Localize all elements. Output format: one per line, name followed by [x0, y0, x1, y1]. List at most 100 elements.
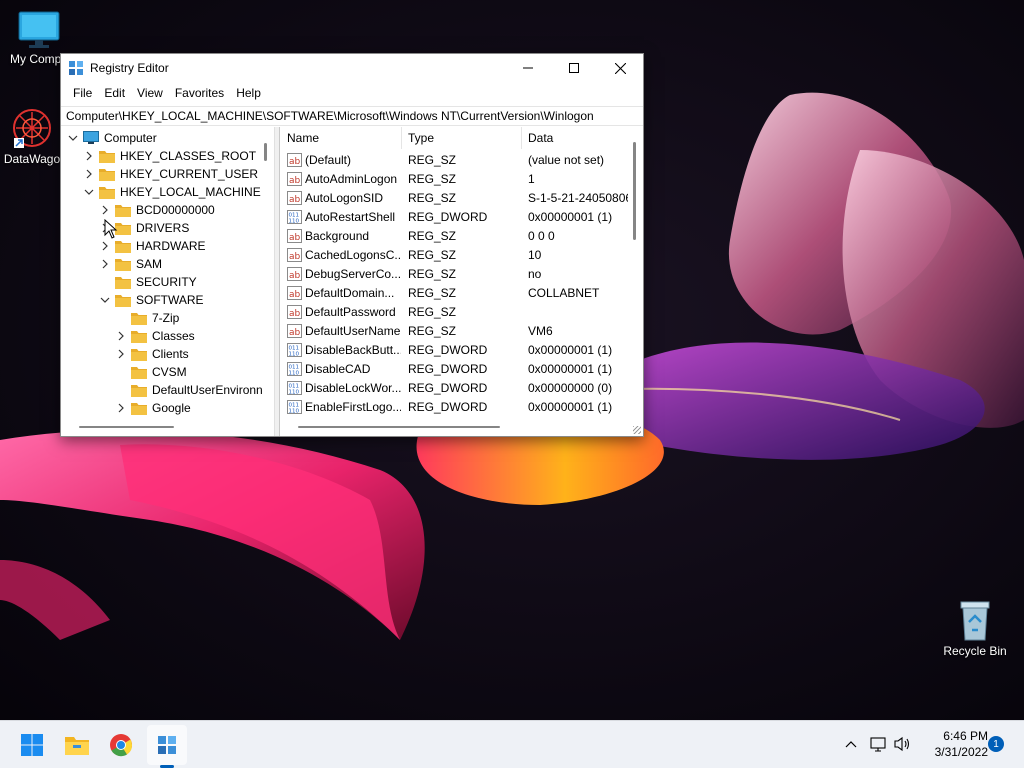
tree-vertical-scrollbar[interactable] [264, 143, 267, 161]
pane-splitter[interactable] [275, 127, 280, 436]
value-row[interactable]: ab AutoLogonSID REG_SZ S-1-5-21-24050806 [281, 189, 631, 208]
clock[interactable]: 6:46 PM 3/31/2022 [922, 728, 988, 760]
value-row[interactable]: ab AutoAdminLogon REG_SZ 1 [281, 170, 631, 189]
tree-item[interactable]: SOFTWARE [99, 291, 204, 309]
tree-item[interactable]: HKEY_CURRENT_USER [83, 165, 258, 183]
value-type: REG_DWORD [408, 400, 488, 414]
value-row[interactable]: ab DefaultPassword REG_SZ [281, 303, 631, 322]
key-tree[interactable]: Computer HKEY_CLASSES_ROOT HKEY_CURRENT_US… [61, 127, 275, 436]
tree-item[interactable]: SECURITY [99, 273, 197, 291]
title-bar[interactable]: Registry Editor [61, 54, 643, 82]
close-button[interactable] [597, 54, 643, 82]
tree-item[interactable]: SAM [99, 255, 162, 273]
svg-text:ab: ab [289, 290, 301, 300]
menu-help[interactable]: Help [230, 86, 267, 100]
value-data: 1 [528, 172, 535, 186]
volume-button[interactable] [893, 734, 913, 754]
tree-item[interactable]: HKEY_LOCAL_MACHINE [83, 183, 261, 201]
maximize-button[interactable] [551, 54, 597, 82]
list-horizontal-scrollbar[interactable] [298, 426, 500, 428]
notification-badge[interactable]: 1 [988, 736, 1004, 752]
chevron-right-icon[interactable] [83, 168, 95, 180]
taskbar-registry-editor[interactable] [147, 725, 187, 765]
tree-item-label: Computer [104, 131, 157, 145]
tree-item[interactable]: 7-Zip [115, 309, 179, 327]
list-vertical-scrollbar[interactable] [633, 142, 636, 240]
tree-item[interactable]: HARDWARE [99, 237, 206, 255]
tree-horizontal-scrollbar[interactable] [79, 426, 174, 428]
svg-text:ab: ab [289, 328, 301, 338]
chevron-right-icon[interactable] [115, 348, 127, 360]
tree-item-label: HKEY_LOCAL_MACHINE [120, 185, 261, 199]
folder-icon [131, 348, 152, 361]
value-name: AutoLogonSID [305, 191, 384, 205]
value-data: 0x00000001 (1) [528, 362, 613, 376]
reg-binary-icon: 011 110 [287, 343, 302, 357]
value-data: 0x00000001 (1) [528, 343, 613, 357]
desktop-icon-label: Recycle Bin [943, 644, 1007, 658]
value-name: DefaultDomain... [305, 286, 395, 300]
network-button[interactable] [869, 734, 889, 754]
tree-item[interactable]: BCD00000000 [99, 201, 215, 219]
value-name: CachedLogonsC... [305, 248, 401, 262]
value-row[interactable]: 011 110 DisableBackButt... REG_DWORD 0x00000… [281, 341, 631, 360]
taskbar-chrome[interactable] [101, 725, 141, 765]
value-row[interactable]: ab DefaultDomain... REG_SZ COLLABNET [281, 284, 631, 303]
resize-grip-icon[interactable] [633, 426, 641, 434]
value-name: DisableLockWor... [305, 381, 401, 395]
start-button[interactable] [12, 725, 52, 765]
desktop-icon-recycle-bin[interactable]: Recycle Bin [935, 598, 1015, 658]
menu-edit[interactable]: Edit [98, 86, 131, 100]
taskbar-file-explorer[interactable] [57, 725, 97, 765]
chevron-right-icon[interactable] [115, 402, 127, 414]
value-row[interactable]: ab DefaultUserName REG_SZ VM6 [281, 322, 631, 341]
chevron-right-icon[interactable] [99, 204, 111, 216]
menu-favorites[interactable]: Favorites [169, 86, 230, 100]
tree-item-label: BCD00000000 [136, 203, 215, 217]
value-row[interactable]: 011 110 DisableLockWor... REG_DWORD 0x000000… [281, 379, 631, 398]
chevron-down-icon[interactable] [83, 186, 95, 198]
tree-item[interactable]: HKEY_CLASSES_ROOT [83, 147, 256, 165]
value-row[interactable]: 011 110 AutoRestartShell REG_DWORD 0x0000000… [281, 208, 631, 227]
tree-item[interactable]: Clients [115, 345, 189, 363]
value-data: no [528, 267, 542, 281]
tree-item[interactable]: DefaultUserEnvironn [115, 381, 263, 399]
value-row[interactable]: ab (Default) REG_SZ (value not set) [281, 151, 631, 170]
chevron-right-icon[interactable] [83, 150, 95, 162]
column-header-type[interactable]: Type [402, 127, 522, 149]
values-list[interactable]: Name Type Data ab (Default) REG_SZ (value n… [281, 127, 643, 436]
svg-text:110: 110 [289, 371, 300, 377]
tree-item[interactable]: Google [115, 399, 191, 417]
menu-file[interactable]: File [67, 86, 98, 100]
value-row[interactable]: 011 110 DisableCAD REG_DWORD 0x00000001 (1) [281, 360, 631, 379]
reg-binary-icon: 011 110 [287, 210, 302, 224]
mouse-cursor-icon [104, 219, 118, 239]
chevron-down-icon[interactable] [67, 132, 79, 144]
tree-item[interactable]: Computer [67, 129, 157, 147]
address-bar[interactable]: Computer\HKEY_LOCAL_MACHINE\SOFTWARE\Mic… [61, 106, 643, 126]
value-row[interactable]: 011 110 EnableFirstLogo... REG_DWORD 0x00000… [281, 398, 631, 417]
chevron-right-icon[interactable] [99, 240, 111, 252]
menu-bar: File Edit View Favorites Help [61, 82, 643, 104]
value-row[interactable]: ab DebugServerCo... REG_SZ no [281, 265, 631, 284]
chevron-right-icon[interactable] [99, 258, 111, 270]
svg-text:110: 110 [289, 409, 300, 415]
column-header-data[interactable]: Data [522, 127, 632, 149]
svg-text:ab: ab [289, 176, 301, 186]
value-data: 0x00000001 (1) [528, 400, 613, 414]
registry-editor-icon [69, 61, 83, 75]
tree-item-label: Google [152, 401, 191, 415]
show-hidden-icons-button[interactable] [841, 734, 861, 754]
value-type: REG_SZ [408, 191, 457, 205]
column-header-name[interactable]: Name [281, 127, 402, 149]
tree-item[interactable]: CVSM [115, 363, 187, 381]
recycle-bin-icon [960, 601, 990, 641]
chevron-right-icon[interactable] [115, 330, 127, 342]
menu-view[interactable]: View [131, 86, 169, 100]
minimize-button[interactable] [505, 54, 551, 82]
value-name: DisableCAD [305, 362, 371, 376]
chevron-down-icon[interactable] [99, 294, 111, 306]
tree-item[interactable]: Classes [115, 327, 195, 345]
value-row[interactable]: ab Background REG_SZ 0 0 0 [281, 227, 631, 246]
value-row[interactable]: ab CachedLogonsC... REG_SZ 10 [281, 246, 631, 265]
